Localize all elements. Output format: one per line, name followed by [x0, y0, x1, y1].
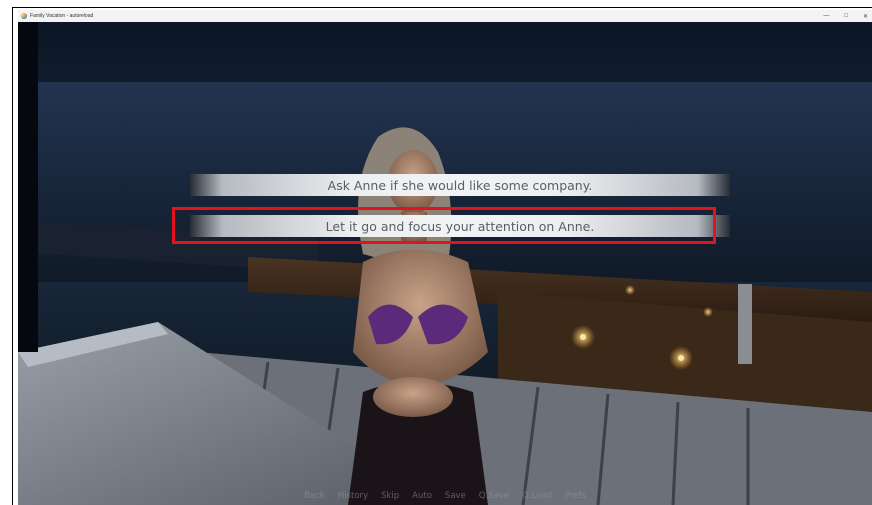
- quick-menu-history[interactable]: History: [338, 491, 368, 501]
- choice-button-company[interactable]: Ask Anne if she would like some company.: [190, 174, 730, 196]
- minimize-button[interactable]: —: [823, 13, 829, 20]
- quick-menu: Back History Skip Auto Save Q.Save Q.Loa…: [18, 487, 872, 505]
- quick-menu-save[interactable]: Save: [445, 491, 466, 501]
- quick-menu-back[interactable]: Back: [304, 491, 325, 501]
- choice-button-focus-anne[interactable]: Let it go and focus your attention on An…: [190, 215, 730, 237]
- game-scene-background: [18, 22, 872, 505]
- window-titlebar: Family Vacation - autoreload — □ ✕: [18, 10, 872, 22]
- quick-menu-auto[interactable]: Auto: [412, 491, 432, 501]
- quick-menu-qsave[interactable]: Q.Save: [479, 491, 509, 501]
- close-button[interactable]: ✕: [863, 13, 868, 20]
- quick-menu-prefs[interactable]: Prefs: [565, 491, 586, 501]
- quick-menu-skip[interactable]: Skip: [381, 491, 399, 501]
- maximize-button[interactable]: □: [844, 13, 848, 20]
- game-viewport: Ask Anne if she would like some company.…: [18, 22, 872, 505]
- quick-menu-qload[interactable]: Q.Load: [522, 491, 552, 501]
- window-controls: — □ ✕: [823, 13, 868, 20]
- app-icon: [21, 13, 27, 19]
- window-title: Family Vacation - autoreload: [30, 13, 94, 19]
